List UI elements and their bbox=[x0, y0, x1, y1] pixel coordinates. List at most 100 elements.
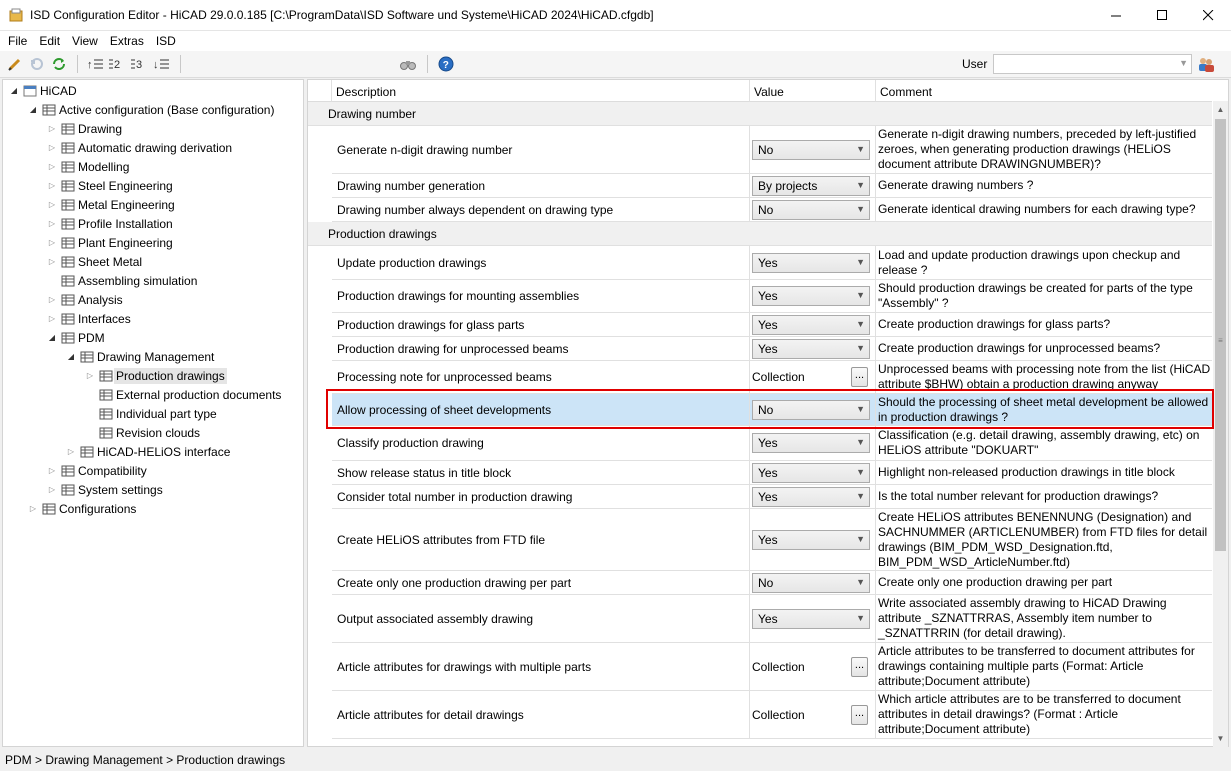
value-combobox[interactable]: Yes ▼ bbox=[752, 314, 870, 335]
tree-item-sheet-metal[interactable]: ▷ Sheet Metal bbox=[47, 252, 142, 271]
column-header-value[interactable]: Value bbox=[750, 80, 876, 102]
tree-item-interfaces[interactable]: ▷ Interfaces bbox=[47, 309, 131, 328]
value-combobox[interactable]: By projects ▼ bbox=[752, 175, 870, 196]
tree-collapse-icon[interactable]: ◢ bbox=[9, 86, 19, 95]
table-row[interactable]: Update production drawings Yes ▼ Load and… bbox=[332, 246, 1212, 280]
tree-expand-icon[interactable]: ▷ bbox=[28, 504, 38, 513]
tree-expand-icon[interactable]: ▷ bbox=[47, 181, 57, 190]
tree-item-analysis[interactable]: ▷ Analysis bbox=[47, 290, 123, 309]
tree-expand-icon[interactable]: ▷ bbox=[47, 257, 57, 266]
tree-item-pdm[interactable]: ◢ PDM bbox=[47, 328, 105, 347]
tree-expand-icon[interactable]: ▷ bbox=[47, 314, 57, 323]
value-combobox[interactable]: Yes ▼ bbox=[752, 486, 870, 507]
tree-item-steel-engineering[interactable]: ▷ Steel Engineering bbox=[47, 176, 173, 195]
table-row[interactable]: Article attributes for drawings with mul… bbox=[332, 643, 1212, 691]
tree-item-plant-engineering[interactable]: ▷ Plant Engineering bbox=[47, 233, 173, 252]
table-row[interactable]: Drawing number generation By projects ▼ G… bbox=[332, 174, 1212, 198]
user-combobox[interactable]: ▼ bbox=[993, 54, 1192, 74]
tree-collapse-icon[interactable]: ◢ bbox=[47, 333, 57, 342]
tree-expand-icon[interactable]: ▷ bbox=[47, 200, 57, 209]
value-combobox[interactable]: No ▼ bbox=[752, 572, 870, 593]
tree-item-metal-engineering[interactable]: ▷ Metal Engineering bbox=[47, 195, 175, 214]
tree-item-individual-part-type[interactable]: Individual part type bbox=[85, 404, 217, 423]
value-combobox[interactable]: Yes ▼ bbox=[752, 433, 870, 453]
table-row-selected[interactable]: Allow processing of sheet developments N… bbox=[332, 394, 1212, 426]
collection-edit-button[interactable]: ... bbox=[851, 704, 868, 725]
collapse-tree-button[interactable]: ↓ bbox=[152, 55, 170, 73]
refresh-button[interactable] bbox=[50, 55, 68, 73]
table-row[interactable]: Show release status in title block Yes ▼ … bbox=[332, 461, 1212, 485]
find-button[interactable] bbox=[399, 55, 417, 73]
value-combobox[interactable]: No ▼ bbox=[752, 199, 870, 220]
collection-edit-button[interactable]: ... bbox=[851, 367, 868, 387]
value-combobox[interactable]: Yes ▼ bbox=[752, 286, 870, 306]
tree-item-drawing[interactable]: ▷ Drawing bbox=[47, 119, 122, 138]
table-row[interactable]: Production drawings for glass parts Yes ▼… bbox=[332, 313, 1212, 337]
tree-collapse-icon[interactable]: ◢ bbox=[28, 105, 38, 114]
tree-expand-icon[interactable]: ▷ bbox=[47, 143, 57, 152]
table-row[interactable]: Output associated assembly drawing Yes ▼ … bbox=[332, 595, 1212, 643]
menu-file[interactable]: File bbox=[2, 31, 33, 51]
tree-item-automatic-drawing-derivation[interactable]: ▷ Automatic drawing derivation bbox=[47, 138, 232, 157]
tree-item-external-production-documents[interactable]: External production documents bbox=[85, 385, 281, 404]
value-combobox[interactable]: Yes ▼ bbox=[752, 462, 870, 483]
config-tree[interactable]: ◢ HiCAD ◢ Active configuration (Base con… bbox=[2, 79, 304, 747]
value-combobox[interactable]: No ▼ bbox=[752, 399, 870, 420]
scrollbar-thumb[interactable] bbox=[1215, 119, 1226, 551]
tree-item-hicad-helios-interface[interactable]: ▷ HiCAD-HELiOS interface bbox=[66, 442, 230, 461]
column-header-description[interactable]: Description bbox=[332, 80, 750, 102]
expand-tree-button[interactable]: ↑ bbox=[86, 55, 104, 73]
menu-view[interactable]: View bbox=[66, 31, 104, 51]
tree-expand-icon[interactable]: ▷ bbox=[47, 295, 57, 304]
tree-item-revision-clouds[interactable]: Revision clouds bbox=[85, 423, 200, 442]
table-row[interactable]: Production drawings for mounting assembl… bbox=[332, 280, 1212, 313]
tree-item-hicad[interactable]: ◢ HiCAD bbox=[9, 81, 77, 100]
value-combobox[interactable]: Yes ▼ bbox=[752, 608, 870, 629]
tree-expand-icon[interactable]: ▷ bbox=[47, 466, 57, 475]
tree-item-modelling[interactable]: ▷ Modelling bbox=[47, 157, 129, 176]
table-row[interactable]: Create only one production drawing per p… bbox=[332, 571, 1212, 595]
value-combobox[interactable]: Yes ▼ bbox=[752, 252, 870, 273]
scroll-up-icon[interactable]: ▲ bbox=[1213, 101, 1228, 118]
tree-expand-icon[interactable]: ▷ bbox=[85, 371, 95, 380]
edit-button[interactable] bbox=[6, 55, 24, 73]
tree-item-profile-installation[interactable]: ▷ Profile Installation bbox=[47, 214, 173, 233]
menu-edit[interactable]: Edit bbox=[33, 31, 66, 51]
level-2-button[interactable]: 2 bbox=[108, 55, 126, 73]
minimize-button[interactable] bbox=[1093, 0, 1139, 31]
tree-expand-icon[interactable]: ▷ bbox=[47, 485, 57, 494]
tree-item-active-configuration[interactable]: ◢ Active configuration (Base configurati… bbox=[28, 100, 275, 119]
help-button[interactable]: ? bbox=[437, 55, 455, 73]
level-3-button[interactable]: 3 bbox=[130, 55, 148, 73]
menu-extras[interactable]: Extras bbox=[104, 31, 150, 51]
tree-item-assembling-simulation[interactable]: Assembling simulation bbox=[47, 271, 197, 290]
maximize-button[interactable] bbox=[1139, 0, 1185, 31]
tree-item-system-settings[interactable]: ▷ System settings bbox=[47, 480, 163, 499]
close-button[interactable] bbox=[1185, 0, 1231, 31]
tree-item-drawing-management[interactable]: ◢ Drawing Management bbox=[66, 347, 214, 366]
table-row[interactable]: Create HELiOS attributes from FTD file Y… bbox=[332, 509, 1212, 571]
scroll-down-icon[interactable]: ▼ bbox=[1213, 730, 1228, 747]
table-row[interactable]: Consider total number in production draw… bbox=[332, 485, 1212, 509]
tree-expand-icon[interactable]: ▷ bbox=[47, 124, 57, 133]
value-combobox[interactable]: Yes ▼ bbox=[752, 338, 870, 359]
tree-collapse-icon[interactable]: ◢ bbox=[66, 352, 76, 361]
collection-edit-button[interactable]: ... bbox=[851, 656, 868, 677]
tree-item-configurations[interactable]: ▷ Configurations bbox=[28, 499, 136, 518]
table-row[interactable]: Classify production drawing Yes ▼ Classif… bbox=[332, 426, 1212, 461]
table-row[interactable]: Processing note for unprocessed beams Co… bbox=[332, 361, 1212, 394]
vertical-scrollbar[interactable]: ▲ ≡ ▼ bbox=[1213, 101, 1228, 747]
value-combobox[interactable]: Yes ▼ bbox=[752, 529, 870, 550]
users-icon[interactable] bbox=[1197, 55, 1215, 73]
tree-expand-icon[interactable]: ▷ bbox=[47, 238, 57, 247]
tree-item-compatibility[interactable]: ▷ Compatibility bbox=[47, 461, 147, 480]
column-header-comment[interactable]: Comment bbox=[876, 80, 1212, 102]
table-row[interactable]: Production drawing for unprocessed beams… bbox=[332, 337, 1212, 361]
tree-expand-icon[interactable]: ▷ bbox=[66, 447, 76, 456]
table-row[interactable]: Article attributes for detail drawings C… bbox=[332, 691, 1212, 739]
value-combobox[interactable]: No ▼ bbox=[752, 139, 870, 160]
undo-button[interactable] bbox=[28, 55, 46, 73]
tree-expand-icon[interactable]: ▷ bbox=[47, 162, 57, 171]
tree-expand-icon[interactable]: ▷ bbox=[47, 219, 57, 228]
table-row[interactable]: Drawing number always dependent on drawi… bbox=[332, 198, 1212, 222]
